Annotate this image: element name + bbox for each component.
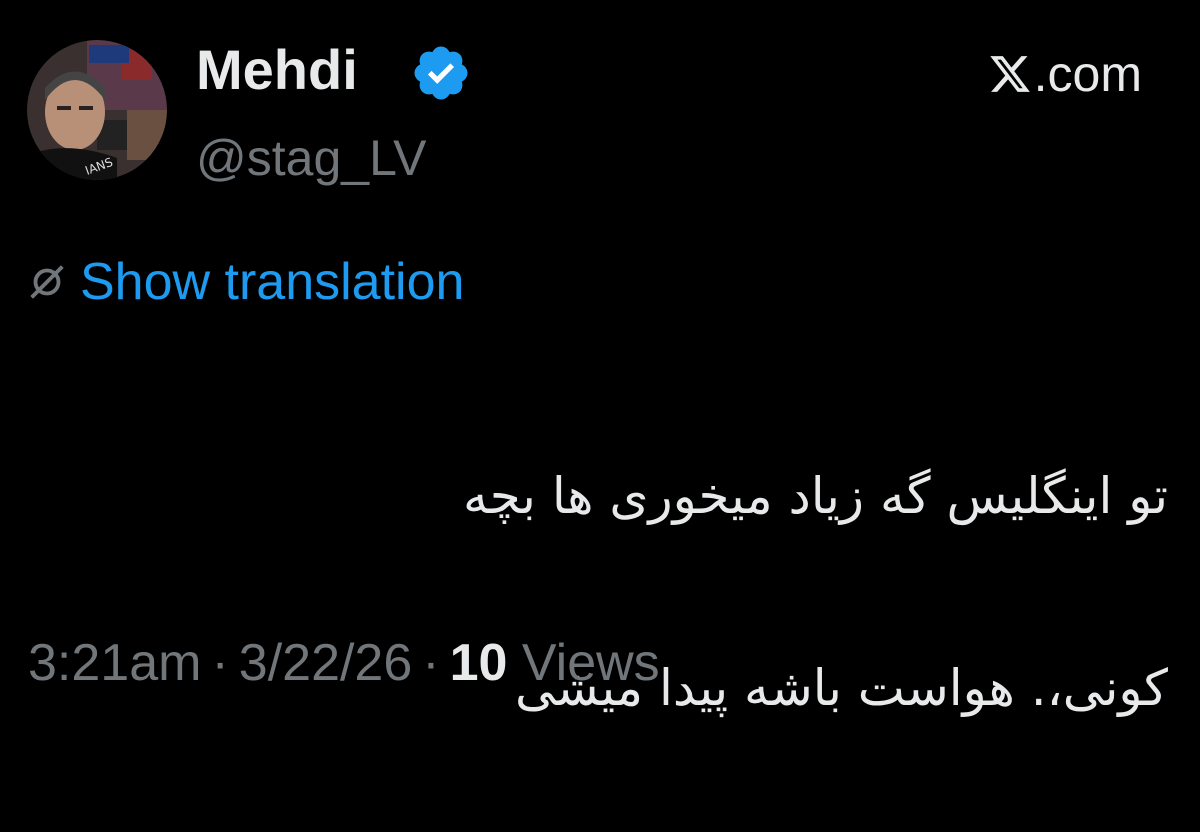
tweet-meta: 3:21am · 3/22/26 · 10 Views (28, 628, 660, 698)
separator-dot: · (422, 634, 440, 692)
user-handle[interactable]: @stag_LV (196, 126, 427, 190)
tweet-text-line: تو اینگلیس گه زیاد میخوری ها بچه (462, 467, 1168, 525)
globe-icon (30, 265, 64, 299)
avatar[interactable]: IANS (27, 40, 167, 180)
source-label: .com (988, 44, 1142, 104)
tweet-text: تو اینگلیس گه زیاد میخوری ها بچه کونی،. … (48, 352, 1168, 832)
x-logo-icon (989, 56, 1030, 92)
tweet-date[interactable]: 3/22/26 (239, 634, 413, 692)
source-domain: .com (1033, 46, 1142, 102)
tweet-time[interactable]: 3:21am (28, 634, 201, 692)
verified-badge-icon (414, 46, 468, 100)
tweet-card: IANS Mehdi @stag_LV .com Show translatio… (0, 0, 1200, 745)
translation-row[interactable]: Show translation (24, 250, 464, 314)
separator-dot: · (211, 634, 229, 692)
display-name[interactable]: Mehdi (196, 34, 358, 106)
show-translation-link[interactable]: Show translation (80, 250, 464, 314)
views-label: Views (521, 634, 660, 692)
avatar-image: IANS (27, 40, 167, 180)
views-count: 10 (449, 634, 508, 692)
